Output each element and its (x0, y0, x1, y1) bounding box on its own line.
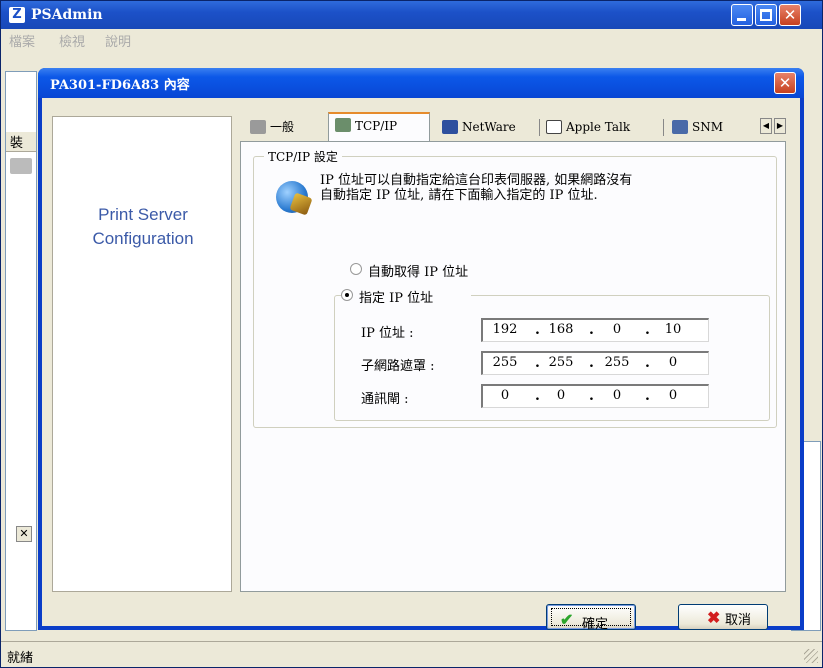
tab-label: 一般 (270, 120, 295, 134)
tab-general[interactable]: 一般 (244, 116, 332, 140)
gateway-octet-3[interactable]: 0 (597, 388, 637, 403)
window-title: PSAdmin (31, 7, 103, 23)
dialog-close-button[interactable]: ✕ (774, 72, 796, 94)
ip-octet-3[interactable]: 0 (597, 322, 637, 337)
mask-octet-1[interactable]: 255 (485, 355, 525, 370)
cancel-button[interactable]: ✖ 取消 (678, 604, 768, 630)
tab-label: TCP/IP (355, 119, 398, 133)
menu-help[interactable]: 說明 (105, 31, 131, 50)
close-button[interactable]: ✕ (779, 4, 801, 26)
radio-button-checked-icon[interactable] (341, 289, 353, 301)
tab-tcpip[interactable]: TCP/IP (328, 112, 430, 142)
minimize-icon (737, 18, 746, 21)
mask-octet-2[interactable]: 255 (541, 355, 581, 370)
status-bar: 就緒 (1, 641, 822, 667)
gateway-octet-2[interactable]: 0 (541, 388, 581, 403)
description-text: IP 位址可以自動指定給這台印表伺服器, 如果網路沒有 自動指定 IP 位址, … (320, 173, 770, 203)
maximize-icon (760, 9, 772, 21)
tab-strip: 一般 TCP/IP NetWare Apple Talk SNM ◀ ▶ (240, 112, 788, 142)
ok-label: 確定 (582, 617, 609, 632)
app-icon: Z (9, 7, 25, 23)
gateway-octet-4[interactable]: 0 (653, 388, 693, 403)
cancel-label: 取消 (725, 613, 752, 628)
minimize-button[interactable] (731, 4, 753, 26)
ip-address-input[interactable]: 192 . 168 . 0 . 10 (481, 318, 709, 342)
resize-grip-icon[interactable] (804, 649, 818, 663)
description-line1: IP 位址可以自動指定給這台印表伺服器, 如果網路沒有 (320, 173, 633, 188)
radio-static-ip[interactable]: 指定 IP 位址 (341, 287, 471, 306)
tab-scroll-right-button[interactable]: ▶ (774, 118, 786, 134)
ip-octet-4[interactable]: 10 (653, 322, 693, 337)
device-list-pane[interactable]: 裝 ✕ (5, 71, 37, 631)
pane-close-button[interactable]: ✕ (16, 526, 32, 542)
gateway-label: 通訊閘 : (361, 392, 409, 407)
side-panel: Print Server Configuration (52, 116, 232, 592)
radio-static-label[interactable]: 指定 IP 位址 (359, 287, 433, 306)
wrench-icon (289, 192, 313, 216)
ip-address-label: IP 位址 : (361, 326, 414, 341)
radio-button-icon[interactable] (350, 263, 362, 275)
group-title: TCP/IP 設定 (264, 148, 342, 165)
printer-icon (250, 120, 266, 134)
network-tool-icon (335, 118, 351, 132)
main-titlebar[interactable]: Z PSAdmin ✕ (1, 1, 822, 29)
menu-view[interactable]: 檢視 (59, 31, 85, 50)
ip-octet-2[interactable]: 168 (541, 322, 581, 337)
subnet-mask-input[interactable]: 255 . 255 . 255 . 0 (481, 351, 709, 375)
monitor-icon (442, 120, 458, 134)
dialog-titlebar[interactable]: PA301-FD6A83 內容 ✕ (38, 68, 804, 98)
window-icon (546, 120, 562, 134)
gateway-input[interactable]: 0 . 0 . 0 . 0 (481, 384, 709, 408)
tab-label: SNM (692, 120, 724, 134)
static-ip-group: 指定 IP 位址 IP 位址 : 192 . 168 . 0 . 10 子網路遮… (334, 287, 770, 421)
mask-octet-4[interactable]: 0 (653, 355, 693, 370)
menu-file[interactable]: 檔案 (9, 31, 35, 50)
side-panel-line1: Print Server (98, 205, 188, 224)
side-panel-line2: Configuration (92, 229, 194, 248)
dialog-title: PA301-FD6A83 內容 (50, 78, 190, 93)
side-panel-caption: Print Server Configuration (53, 203, 233, 251)
menu-bar: 檔案 檢視 說明 (1, 29, 822, 50)
computers-icon (672, 120, 688, 134)
printer-icon[interactable] (10, 158, 32, 174)
cancel-x-icon: ✖ (707, 608, 721, 627)
tcpip-settings-group: TCP/IP 設定 IP 位址可以自動指定給這台印表伺服器, 如果網路沒有 自動… (253, 148, 777, 428)
maximize-button[interactable] (755, 4, 777, 26)
subnet-mask-label: 子網路遮罩 : (361, 359, 435, 374)
status-text: 就緒 (7, 651, 34, 666)
tab-netware[interactable]: NetWare (436, 116, 540, 140)
tab-appletalk[interactable]: Apple Talk (540, 116, 664, 140)
dialog-body: Print Server Configuration 一般 TCP/IP Net… (42, 98, 800, 632)
gateway-octet-1[interactable]: 0 (485, 388, 525, 403)
tab-label: NetWare (462, 120, 516, 134)
close-icon: ✕ (778, 74, 792, 92)
close-icon: ✕ (783, 6, 797, 24)
properties-dialog: PA301-FD6A83 內容 ✕ Print Server Configura… (38, 68, 804, 632)
tcpip-tab-page: TCP/IP 設定 IP 位址可以自動指定給這台印表伺服器, 如果網路沒有 自動… (240, 141, 786, 592)
checkmark-icon: ✔ (560, 610, 574, 629)
tab-scroll-left-button[interactable]: ◀ (760, 118, 772, 134)
network-settings-icon (276, 181, 313, 216)
ok-button[interactable]: ✔ 確定 (546, 604, 636, 632)
radio-auto-label[interactable]: 自動取得 IP 位址 (368, 261, 468, 280)
ip-octet-1[interactable]: 192 (485, 322, 525, 337)
tab-label: Apple Talk (566, 120, 631, 134)
tab-snmp[interactable]: SNM (666, 116, 760, 140)
mask-octet-3[interactable]: 255 (597, 355, 637, 370)
device-list-header[interactable]: 裝 (6, 132, 36, 152)
description-line2: 自動指定 IP 位址, 請在下面輸入指定的 IP 位址. (320, 188, 598, 203)
